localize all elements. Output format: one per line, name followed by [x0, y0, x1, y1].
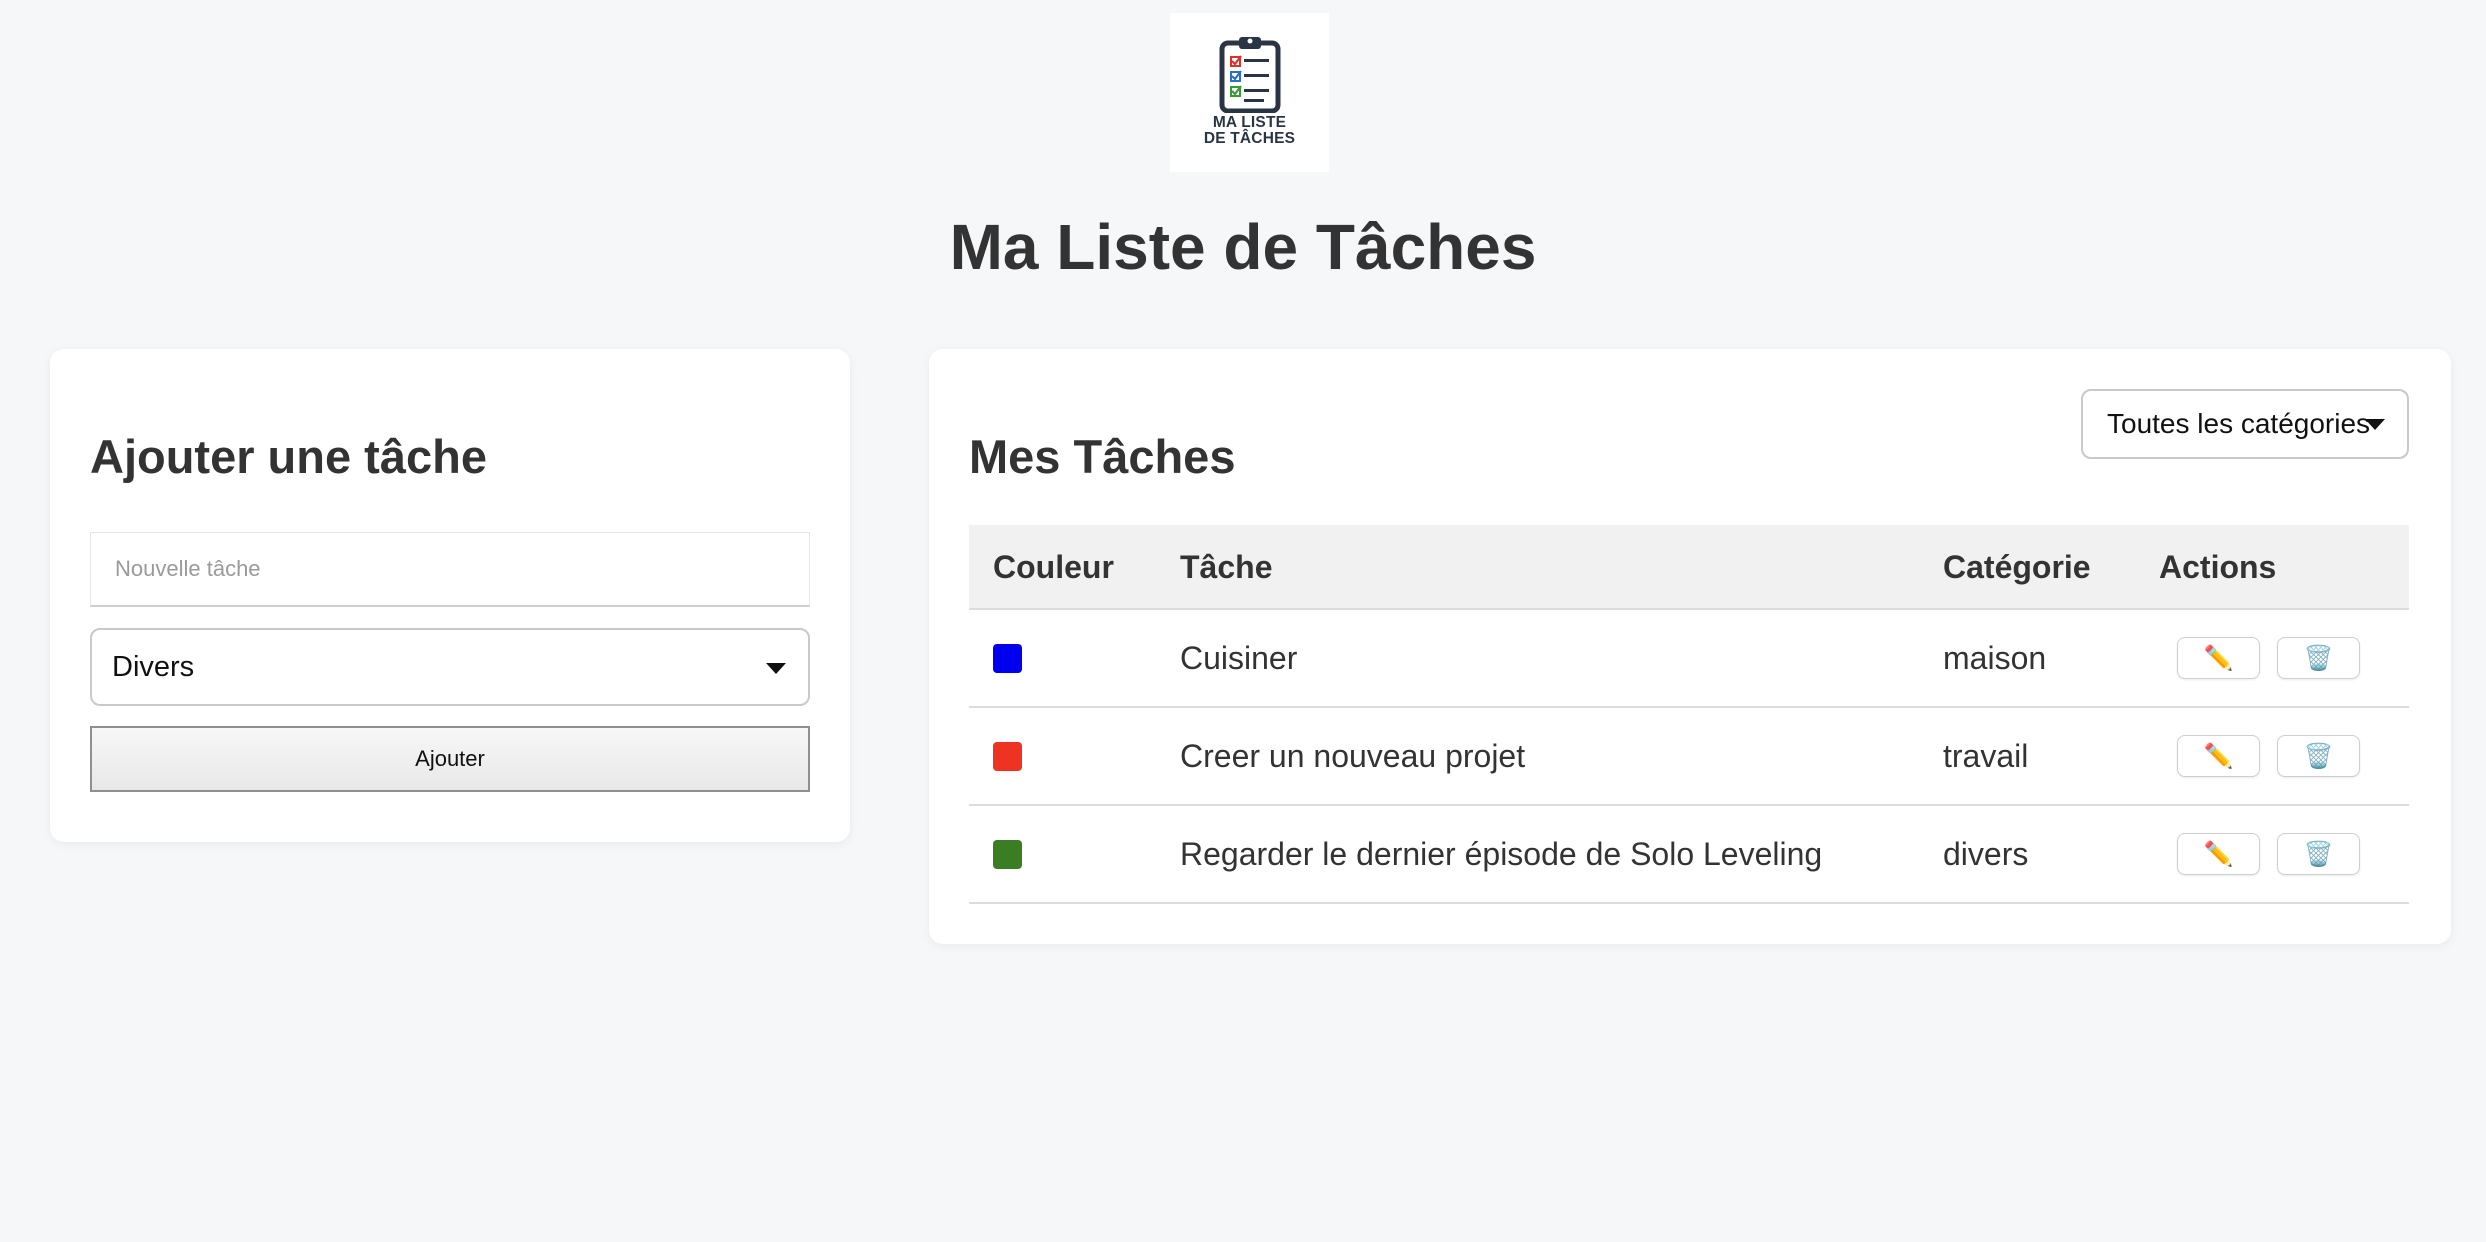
delete-button[interactable]: 🗑️	[2277, 735, 2360, 777]
task-category: travail	[1943, 738, 2029, 774]
logo-text: MA LISTE DE TÂCHES	[1203, 114, 1296, 147]
pencil-icon: ✏️	[2203, 742, 2234, 770]
pencil-icon: ✏️	[2203, 840, 2234, 868]
task-category: maison	[1943, 640, 2047, 676]
task-name: Creer un nouveau projet	[1180, 738, 1526, 774]
task-name: Cuisiner	[1180, 640, 1298, 676]
edit-button[interactable]: ✏️	[2177, 833, 2260, 875]
page-title: Ma Liste de Tâches	[949, 211, 1537, 283]
new-task-input[interactable]	[90, 532, 810, 607]
clipboard-icon	[1219, 37, 1280, 113]
task-table: Couleur Tâche Catégorie Actions Cuisiner…	[969, 525, 2409, 904]
chevron-down-icon	[2365, 419, 2385, 430]
table-row: Regarder le dernier épisode de Solo Leve…	[969, 806, 2409, 904]
trash-icon: 🗑️	[2303, 644, 2334, 672]
task-category: divers	[1943, 836, 2029, 872]
color-swatch	[993, 742, 1022, 771]
task-list-card: Mes Tâches Toutes les catégories Couleur…	[929, 349, 2451, 944]
category-filter-select[interactable]: Toutes les catégories	[2081, 389, 2409, 459]
column-header-category: Catégorie	[1943, 549, 2091, 585]
trash-icon: 🗑️	[2303, 742, 2334, 770]
table-row: Creer un nouveau projet travail ✏️ 🗑️	[969, 708, 2409, 806]
app-logo: MA LISTE DE TÂCHES	[1170, 13, 1329, 172]
task-name: Regarder le dernier épisode de Solo Leve…	[1180, 836, 1823, 872]
delete-button[interactable]: 🗑️	[2277, 637, 2360, 679]
task-list-title: Mes Tâches	[969, 430, 1236, 483]
chevron-down-icon	[766, 663, 786, 674]
delete-button[interactable]: 🗑️	[2277, 833, 2360, 875]
color-swatch	[993, 840, 1022, 869]
table-header: Couleur Tâche Catégorie Actions	[969, 525, 2409, 610]
column-header-task: Tâche	[1180, 549, 1273, 585]
category-select-value: Divers	[112, 650, 195, 683]
edit-button[interactable]: ✏️	[2177, 637, 2260, 679]
color-swatch	[993, 644, 1022, 673]
pencil-icon: ✏️	[2203, 644, 2234, 672]
column-header-actions: Actions	[2159, 549, 2277, 585]
column-header-color: Couleur	[993, 549, 1114, 585]
edit-button[interactable]: ✏️	[2177, 735, 2260, 777]
add-task-button[interactable]: Ajouter	[90, 726, 810, 792]
category-select[interactable]: Divers	[90, 628, 810, 706]
trash-icon: 🗑️	[2303, 840, 2334, 868]
add-task-title: Ajouter une tâche	[90, 430, 487, 483]
category-filter-value: Toutes les catégories	[2107, 408, 2371, 439]
add-task-card: Ajouter une tâche Divers Ajouter	[50, 349, 850, 842]
table-row: Cuisiner maison ✏️ 🗑️	[969, 610, 2409, 708]
